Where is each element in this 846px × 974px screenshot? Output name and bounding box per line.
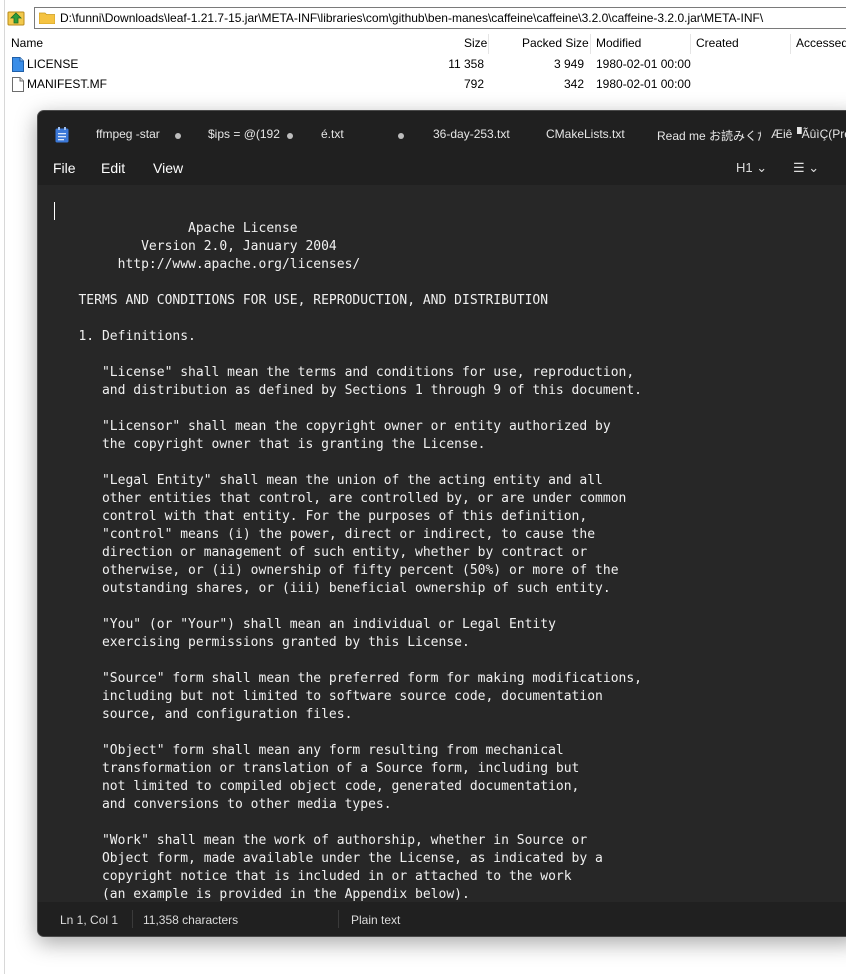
folder-icon [39, 12, 55, 24]
file-packed-size: 3 949 [553, 57, 584, 71]
column-modified[interactable]: Modified [596, 36, 641, 50]
column-packed-size[interactable]: Packed Size [522, 36, 589, 50]
notepad-window: ffmpeg -star $ips = @(192 é.txt 36-day-2… [37, 110, 846, 937]
menu-view[interactable]: View [153, 160, 183, 176]
file-list-header: Name Size Packed Size Modified Created A… [4, 34, 846, 54]
column-accessed[interactable]: Accessed [796, 36, 846, 50]
text-caret [54, 202, 55, 220]
text-editor[interactable]: Apache License Version 2.0, January 2004… [38, 185, 846, 902]
column-name[interactable]: Name [11, 36, 43, 50]
file-name: LICENSE [27, 57, 79, 71]
tab-e-txt[interactable]: é.txt [321, 127, 381, 145]
up-folder-icon[interactable] [7, 9, 25, 27]
menu-edit[interactable]: Edit [101, 160, 125, 176]
address-bar[interactable]: D:\funni\Downloads\leaf-1.21.7-15.jar\ME… [34, 7, 846, 29]
tab-label: $ips = @(192 [208, 127, 280, 141]
address-bar-row: D:\funni\Downloads\leaf-1.21.7-15.jar\ME… [0, 4, 846, 32]
column-size[interactable]: Size [464, 36, 487, 50]
file-modified: 1980-02-01 00:00 [596, 57, 691, 71]
unsaved-dot-icon [173, 127, 183, 145]
heading-dropdown[interactable]: H1 ⌄ [736, 160, 767, 176]
tab-label: 36-day-253.txt [433, 127, 510, 141]
tab-cmakelists[interactable]: CMakeLists.txt [546, 127, 646, 145]
status-bar: Ln 1, Col 1 11,358 characters Plain text [38, 902, 846, 936]
menu-bar: File Edit View H1 ⌄ ☰ ⌄ [38, 151, 846, 185]
file-row[interactable]: MANIFEST.MF 792 342 1980-02-01 00:00 [4, 75, 846, 95]
tab-label: Æiê▝ÃûìÇ(Prec [771, 127, 846, 141]
list-dropdown[interactable]: ☰ ⌄ [793, 160, 819, 176]
file-size: 11 358 [448, 57, 484, 71]
tab-label: Read me お読みくだ [657, 129, 761, 143]
unsaved-dot-icon [396, 127, 406, 145]
document-text: Apache License Version 2.0, January 2004… [78, 221, 642, 902]
explorer-left-strip [0, 0, 5, 974]
tab-readme[interactable]: Read me お読みくだ [657, 127, 761, 145]
file-packed-size: 342 [563, 77, 584, 91]
character-count: 11,358 characters [143, 913, 239, 927]
cursor-position: Ln 1, Col 1 [60, 913, 119, 927]
tab-label: é.txt [321, 127, 344, 141]
menu-file[interactable]: File [53, 160, 76, 176]
text-format[interactable]: Plain text [351, 913, 400, 927]
file-size: 792 [463, 77, 484, 91]
column-created[interactable]: Created [696, 36, 739, 50]
file-row[interactable]: LICENSE 11 358 3 949 1980-02-01 00:00 [4, 55, 846, 75]
notepad-app-icon [55, 127, 69, 143]
tab-36-day[interactable]: 36-day-253.txt [433, 127, 533, 145]
file-name: MANIFEST.MF [27, 77, 107, 91]
file-icon [12, 77, 24, 92]
tab-bar: ffmpeg -star $ips = @(192 é.txt 36-day-2… [38, 111, 846, 151]
tab-label: CMakeLists.txt [546, 127, 625, 141]
tab-label: ffmpeg -star [96, 127, 160, 141]
tab-ips[interactable]: $ips = @(192 [208, 127, 288, 145]
address-path: D:\funni\Downloads\leaf-1.21.7-15.jar\ME… [60, 11, 764, 25]
text-file-icon [12, 57, 24, 72]
tab-garbled[interactable]: Æiê▝ÃûìÇ(Prec [771, 127, 846, 145]
file-modified: 1980-02-01 00:00 [596, 77, 691, 91]
unsaved-dot-icon [285, 127, 295, 145]
